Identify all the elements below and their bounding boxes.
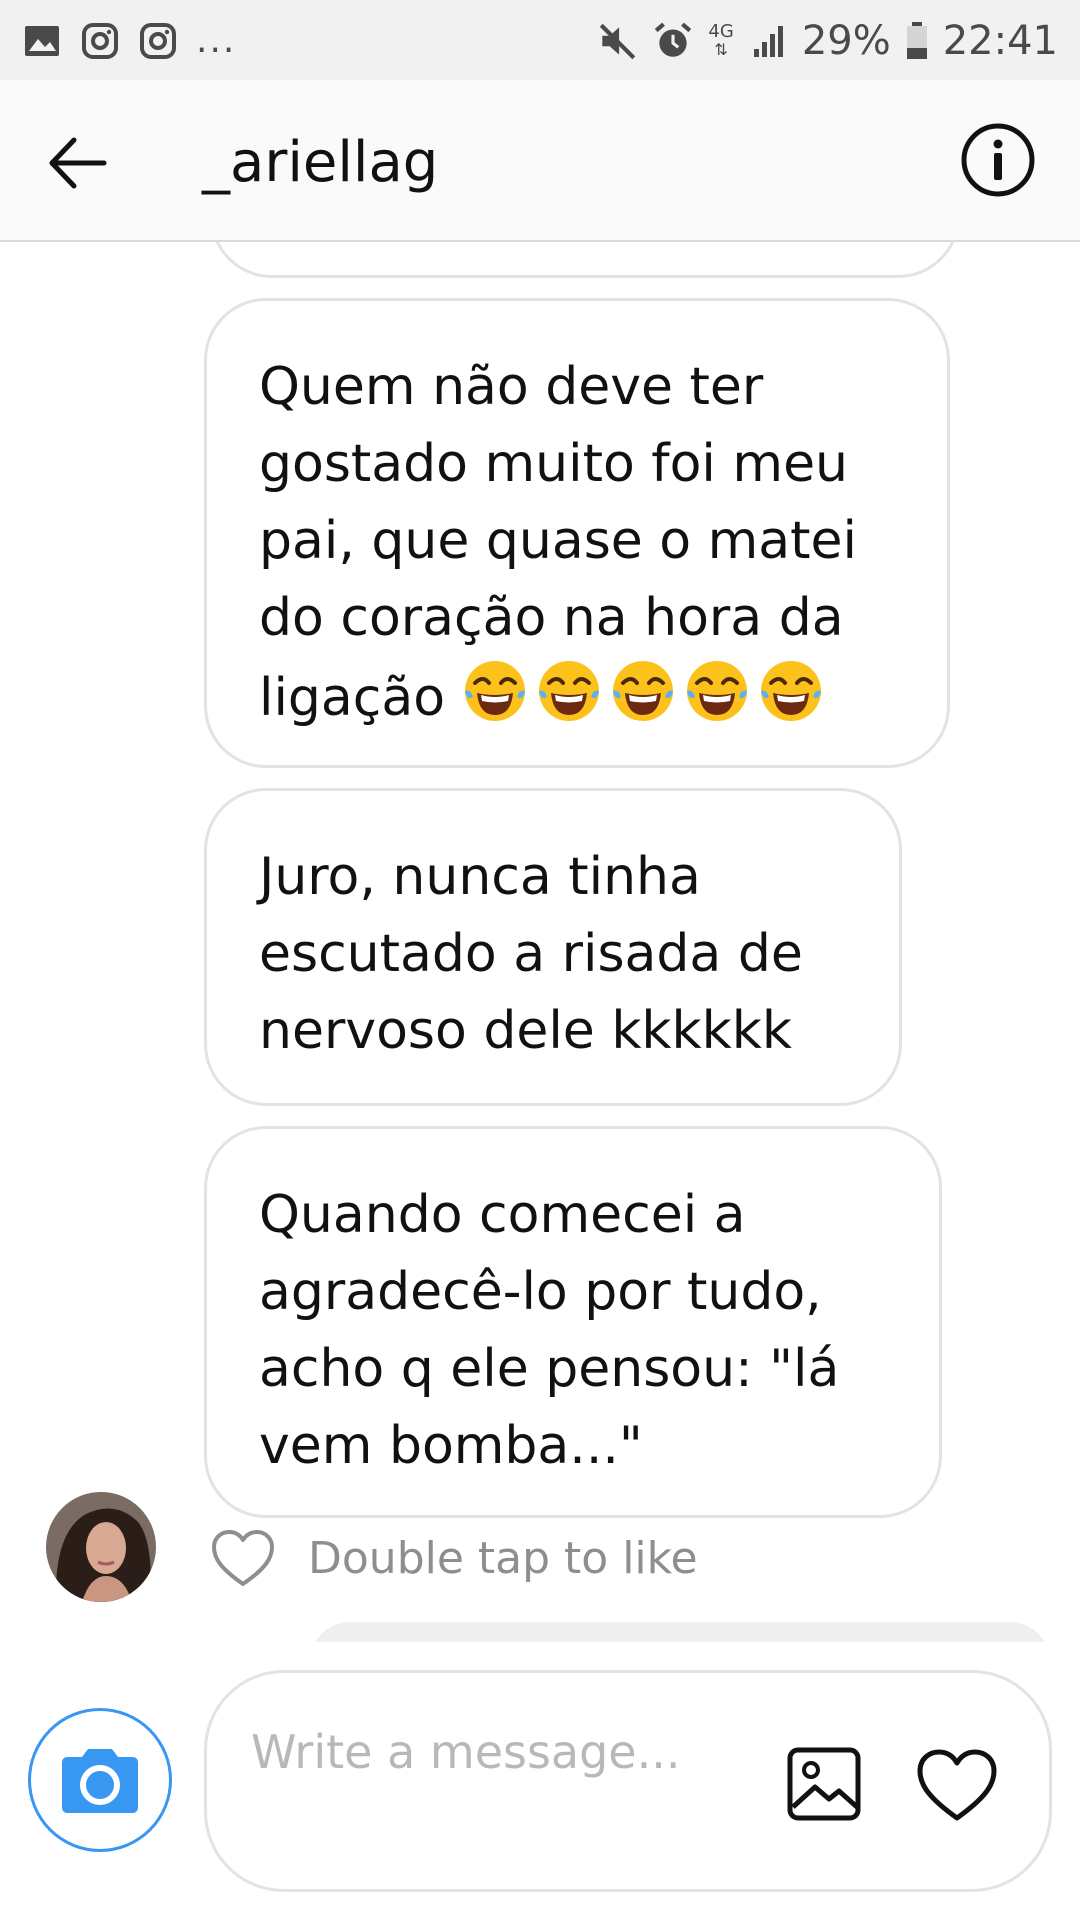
message-bubble-previous[interactable] [210, 242, 960, 278]
message-bubble[interactable]: Juro, nunca tinha escutado a risada de n… [204, 788, 902, 1106]
message-line: escutado a risada de [259, 924, 803, 984]
message-line: ligação [259, 668, 446, 728]
more-notifications-indicator: ... [196, 20, 237, 61]
gallery-icon[interactable] [785, 1745, 863, 1823]
message-line: acho q ele pensou: "lá [259, 1339, 840, 1399]
message-line: Juro, nunca tinha [259, 847, 701, 907]
message-line-with-emoji: ligação [259, 657, 899, 737]
message-field[interactable]: Write a message... [204, 1670, 1052, 1892]
chat-header: _ariellag [0, 80, 1080, 242]
notification-icons: ... [22, 20, 236, 62]
laughing-tears-emoji-icon [687, 661, 748, 721]
avatar[interactable] [46, 1492, 156, 1602]
battery-icon [906, 22, 927, 59]
mute-icon [600, 23, 636, 60]
message-line: Quem não deve ter [259, 357, 764, 417]
status-bar: ... 4G ⇅ 29% 22:41 [0, 0, 1080, 80]
network-type-label: 4G ⇅ [708, 21, 734, 59]
message-thread[interactable]: Quem não deve ter gostado muito foi meu … [0, 242, 1080, 1642]
message-bubble-next[interactable] [310, 1622, 1050, 1642]
arrow-left-icon[interactable] [44, 130, 110, 196]
instagram-icon [82, 23, 118, 59]
message-line: agradecê-lo por tudo, [259, 1262, 822, 1322]
laughing-tears-emoji-icon [539, 661, 600, 721]
emoji-group [461, 657, 825, 725]
conversation-title[interactable]: _ariellag [202, 128, 438, 198]
message-line: vem bomba..." [259, 1416, 643, 1476]
message-composer: Write a message... [0, 1642, 1080, 1920]
image-icon [25, 26, 59, 56]
message-line: nervoso dele kkkkkk [259, 1001, 792, 1061]
message-line: do coração na hora da [259, 588, 844, 648]
message-bubble[interactable]: Quem não deve ter gostado muito foi meu … [204, 298, 950, 768]
message-line: pai, que quase o matei [259, 511, 857, 571]
avatar-photo [46, 1492, 156, 1602]
laughing-tears-emoji-icon [761, 661, 822, 721]
heart-outline-icon[interactable] [915, 1747, 999, 1823]
battery-percent: 29% [801, 18, 891, 64]
message-input[interactable]: Write a message... [251, 1719, 691, 1785]
alarm-icon [655, 22, 692, 57]
message-line: gostado muito foi meu [259, 434, 849, 494]
laughing-tears-emoji-icon [613, 661, 674, 721]
clock-time: 22:41 [942, 18, 1058, 64]
message-bubble[interactable]: Quando comecei a agradecê-lo por tudo, a… [204, 1126, 942, 1518]
camera-icon [62, 1749, 138, 1813]
instagram-icon [140, 23, 176, 59]
info-circle-icon[interactable] [958, 120, 1038, 200]
heart-outline-icon[interactable] [210, 1528, 276, 1588]
like-hint-text: Double tap to like [308, 1532, 698, 1584]
signal-icon [753, 26, 783, 57]
data-arrows-icon: ⇅ [714, 40, 728, 59]
message-line: Quando comecei a [259, 1185, 746, 1245]
laughing-tears-emoji-icon [465, 661, 526, 721]
camera-button[interactable] [28, 1708, 172, 1852]
system-indicators: 4G ⇅ 29% 22:41 [596, 16, 1058, 66]
double-tap-like-hint[interactable]: Double tap to like [210, 1526, 698, 1590]
